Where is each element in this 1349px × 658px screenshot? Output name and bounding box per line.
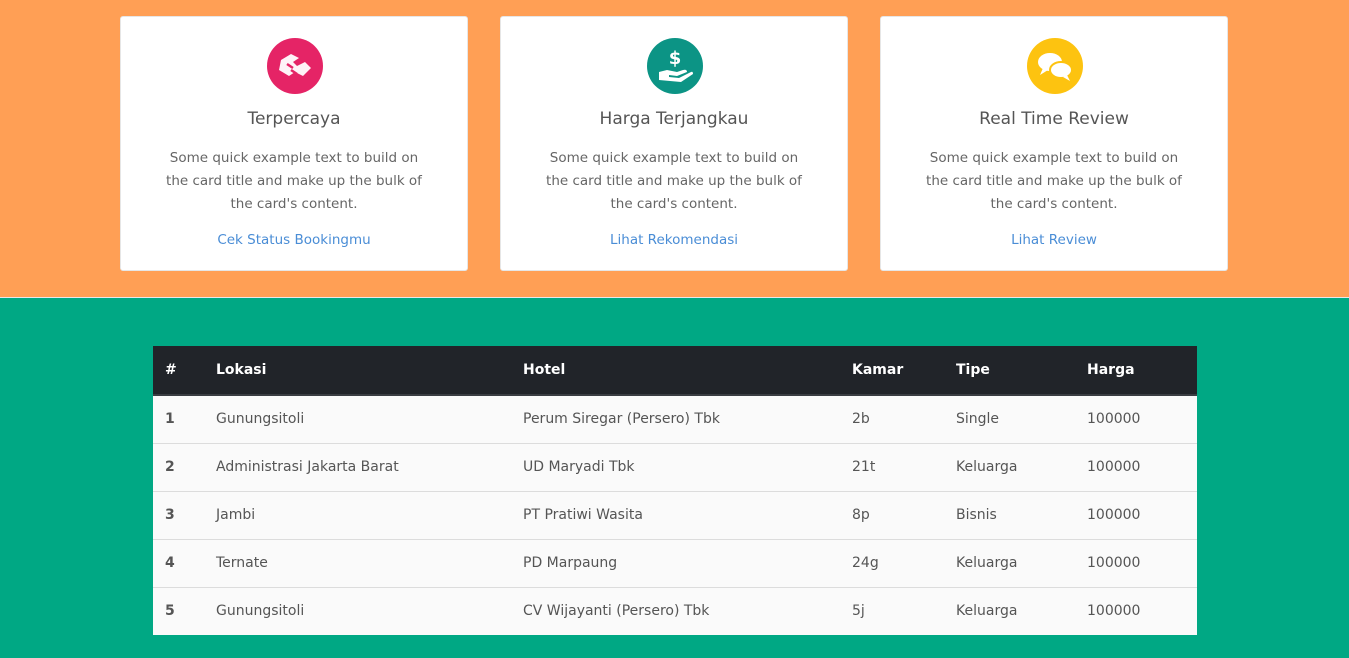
card-title: Terpercaya (247, 109, 341, 129)
header-hotel: Hotel (511, 346, 840, 396)
row-harga: 100000 (1087, 459, 1141, 475)
svg-text:$: $ (669, 48, 682, 69)
row-hotel: CV Wijayanti (Persero) Tbk (523, 603, 710, 620)
row-lokasi: Ternate (216, 555, 268, 571)
header-kamar: Kamar (840, 346, 944, 396)
header-lokasi: Lokasi (204, 346, 511, 396)
table-row: 4 Ternate PD Marpaung 24g Keluarga 10000… (153, 539, 1197, 587)
section-divider (0, 297, 1349, 298)
row-kamar: 24g (852, 555, 879, 571)
handshake-icon (267, 38, 323, 94)
row-tipe: Keluarga (956, 555, 1018, 571)
row-lokasi: Gunungsitoli (216, 411, 305, 428)
row-number: 4 (165, 555, 175, 571)
table-row: 3 Jambi PT Pratiwi Wasita 8p Bisnis 1000… (153, 491, 1197, 539)
header-tipe: Tipe (944, 346, 1075, 396)
row-harga: 100000 (1087, 555, 1141, 571)
row-tipe: Keluarga (956, 603, 1018, 620)
row-hotel: PT Pratiwi Wasita (523, 507, 643, 523)
row-harga: 100000 (1087, 507, 1141, 523)
lihat-review-link[interactable]: Lihat Review (881, 232, 1227, 248)
card-text: Some quick example text to build on the … (166, 150, 422, 212)
feature-card-terpercaya: Terpercaya Some quick example text to bu… (120, 16, 468, 271)
hotel-table: # Lokasi Hotel Kamar Tipe Harga 1 Gunung… (153, 346, 1197, 635)
row-harga: 100000 (1087, 411, 1141, 428)
row-number: 3 (165, 507, 175, 523)
row-number: 2 (165, 459, 175, 475)
row-kamar: 8p (852, 507, 870, 523)
chat-bubbles-icon (1027, 38, 1083, 94)
header-number: # (153, 346, 204, 396)
row-tipe: Bisnis (956, 507, 997, 523)
card-title: Harga Terjangkau (599, 109, 749, 129)
row-hotel: PD Marpaung (523, 555, 618, 571)
lihat-rekomendasi-link[interactable]: Lihat Rekomendasi (501, 232, 847, 248)
row-tipe: Single (956, 411, 1000, 428)
table-row: 2 Administrasi Jakarta Barat UD Maryadi … (153, 443, 1197, 491)
card-text: Some quick example text to build on the … (546, 150, 802, 212)
row-number: 1 (165, 411, 175, 428)
header-harga: Harga (1075, 346, 1197, 396)
feature-card-harga: $ Harga Terjangkau Some quick example te… (500, 16, 848, 271)
row-kamar: 5j (852, 603, 865, 620)
row-tipe: Keluarga (956, 459, 1018, 475)
row-lokasi: Administrasi Jakarta Barat (216, 459, 399, 475)
row-hotel: UD Maryadi Tbk (523, 459, 635, 475)
features-section: Terpercaya Some quick example text to bu… (0, 0, 1349, 297)
table-row: 5 Gunungsitoli CV Wijayanti (Persero) Tb… (153, 587, 1197, 635)
row-harga: 100000 (1087, 603, 1141, 620)
table-row: 1 Gunungsitoli Perum Siregar (Persero) T… (153, 395, 1197, 443)
card-title: Real Time Review (979, 109, 1129, 129)
table-header-row: # Lokasi Hotel Kamar Tipe Harga (153, 346, 1197, 396)
hand-dollar-icon: $ (647, 38, 703, 94)
row-lokasi: Jambi (216, 507, 256, 523)
row-number: 5 (165, 603, 175, 620)
row-kamar: 2b (852, 411, 870, 428)
cek-status-booking-link[interactable]: Cek Status Bookingmu (121, 232, 467, 248)
row-kamar: 21t (852, 459, 876, 475)
row-lokasi: Gunungsitoli (216, 603, 305, 620)
card-text: Some quick example text to build on the … (926, 150, 1182, 212)
feature-card-review: Real Time Review Some quick example text… (880, 16, 1228, 271)
row-hotel: Perum Siregar (Persero) Tbk (523, 411, 720, 428)
